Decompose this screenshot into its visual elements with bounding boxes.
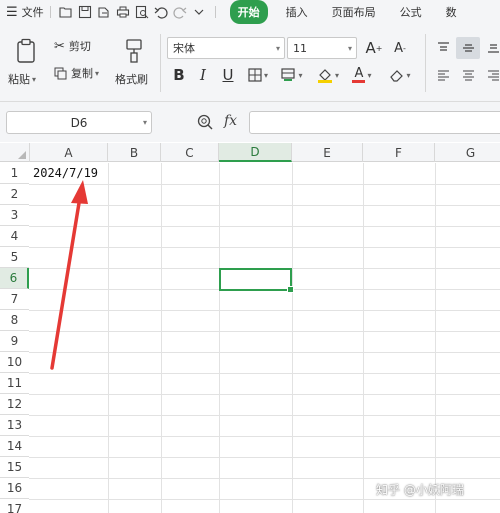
- annotation-arrow: [50, 180, 88, 370]
- watermark: 知乎 @小妖阿瑞: [376, 483, 464, 497]
